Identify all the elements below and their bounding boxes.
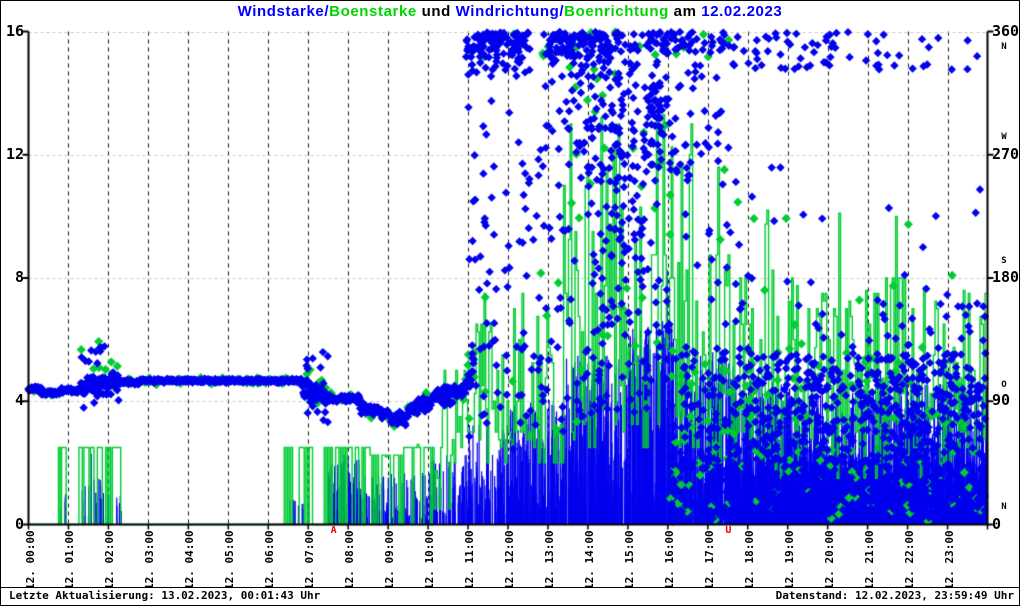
- chart-title-part: 12.02.2023: [701, 3, 782, 20]
- sunset-marker: U: [725, 525, 731, 536]
- chart-title-part: Boenstarke: [329, 3, 417, 20]
- chart-canvas: [1, 1, 1020, 606]
- left-axis-tick-label: 16: [1, 24, 24, 38]
- chart-title-part: am: [669, 3, 701, 20]
- status-bar: Letzte Aktualisierung: 13.02.2023, 00:01…: [1, 587, 1019, 605]
- data-timestamp-text: Datenstand: 12.02.2023, 23:59:49 Uhr: [776, 588, 1014, 604]
- x-axis-tick-label: 12. 17:00: [703, 530, 716, 590]
- x-axis-tick-label: 12. 08:00: [343, 530, 356, 590]
- weather-chart-page: Windstarke/Boenstarke und Windrichtung/B…: [0, 0, 1020, 606]
- right-axis-tick-label: 0: [992, 517, 1020, 531]
- x-axis-tick-label: 12. 00:00: [24, 530, 37, 590]
- right-axis-tick-label: 180: [992, 270, 1020, 284]
- x-axis-tick-label: 12. 05:00: [223, 530, 236, 590]
- chart-title-part: Windrichtung/: [456, 3, 564, 20]
- chart-title-part: und: [417, 3, 456, 20]
- x-axis-tick-label: 12. 10:00: [423, 530, 436, 590]
- sunrise-marker: A: [331, 525, 337, 536]
- x-axis-tick-label: 12. 04:00: [183, 530, 196, 590]
- compass-letter: N: [989, 43, 1019, 52]
- x-axis-tick-label: 12. 02:00: [103, 530, 116, 590]
- x-axis-tick-label: 12. 11:00: [463, 530, 476, 590]
- left-axis-tick-label: 4: [1, 393, 24, 407]
- last-update-text: Letzte Aktualisierung: 13.02.2023, 00:01…: [9, 588, 320, 604]
- x-axis-tick-label: 12. 13:00: [543, 530, 556, 590]
- compass-letter: W: [989, 133, 1019, 142]
- x-axis-tick-label: 12. 20:00: [823, 530, 836, 590]
- chart-title-part: Boenrichtung: [564, 3, 669, 20]
- left-axis-tick-label: 8: [1, 270, 24, 284]
- x-axis-tick-label: 12. 03:00: [143, 530, 156, 590]
- x-axis-tick-label: 12. 22:00: [903, 530, 916, 590]
- x-axis-tick-label: 12. 09:00: [383, 530, 396, 590]
- compass-letter: O: [989, 381, 1019, 390]
- x-axis-tick-label: 12. 14:00: [583, 530, 596, 590]
- x-axis-tick-label: 12. 18:00: [743, 530, 756, 590]
- chart-title: Windstarke/Boenstarke und Windrichtung/B…: [1, 3, 1019, 20]
- compass-letter: N: [989, 503, 1019, 512]
- x-axis-tick-label: 12. 21:00: [863, 530, 876, 590]
- right-axis-tick-label: 360: [992, 24, 1020, 38]
- x-axis-tick-label: 12. 07:00: [303, 530, 316, 590]
- compass-letter: S: [989, 257, 1019, 266]
- x-axis-tick-label: 12. 23:00: [943, 530, 956, 590]
- x-axis-tick-label: 12. 01:00: [63, 530, 76, 590]
- x-axis-tick-label: 12. 19:00: [783, 530, 796, 590]
- x-axis-tick-label: 12. 16:00: [663, 530, 676, 590]
- x-axis-tick-label: 12. 06:00: [263, 530, 276, 590]
- right-axis-tick-label: 90: [992, 393, 1020, 407]
- x-axis-tick-label: 12. 15:00: [623, 530, 636, 590]
- x-axis-tick-label: 12. 12:00: [503, 530, 516, 590]
- chart-title-part: Windstarke/: [238, 3, 330, 20]
- right-axis-tick-label: 270: [992, 147, 1020, 161]
- left-axis-tick-label: 0: [1, 517, 24, 531]
- left-axis-tick-label: 12: [1, 147, 24, 161]
